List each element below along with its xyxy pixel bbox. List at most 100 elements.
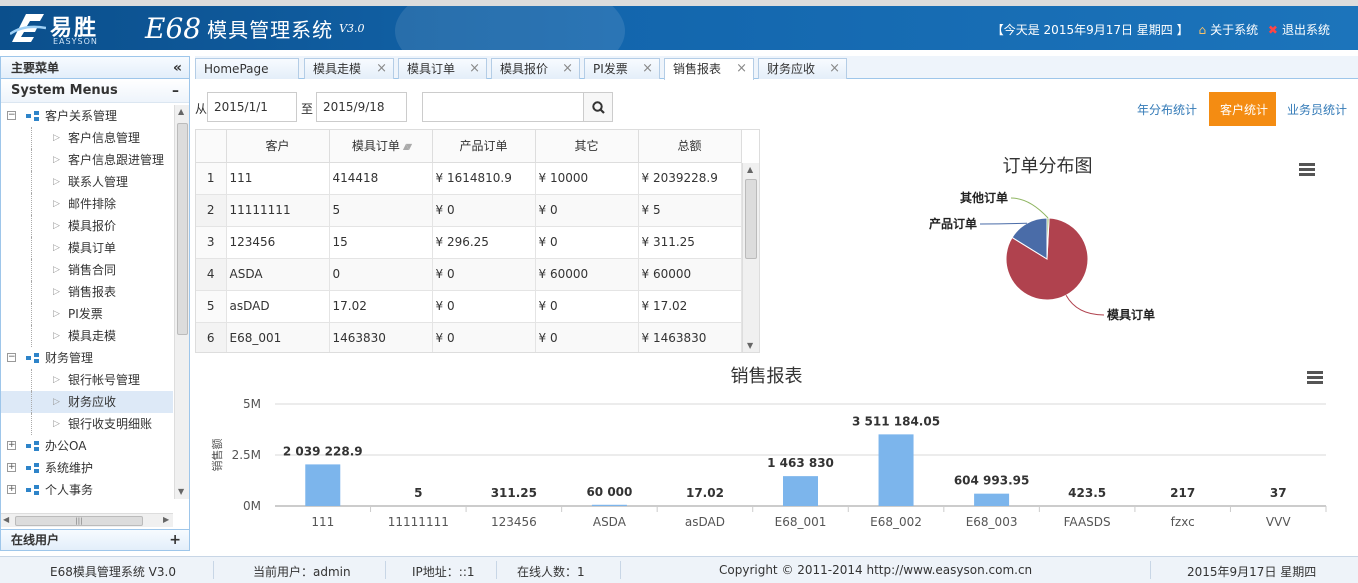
scroll-down-icon[interactable]: ▼ [178,487,184,496]
scroll-left-icon[interactable]: ◀ [3,515,9,524]
view-button[interactable]: 业务员统计 [1276,92,1358,126]
bar-data-label: 1 463 830 [767,456,834,470]
bar[interactable] [783,476,818,506]
expand-icon[interactable]: + [7,485,16,494]
menu-group[interactable]: − 财务管理 [1,347,173,369]
column-header[interactable]: 客户 [226,130,330,163]
column-header[interactable]: 模具订单 ▲▼ [329,130,433,163]
tab-close-icon[interactable]: × [562,59,573,79]
tab[interactable]: 销售报表 × [664,58,754,80]
table-row[interactable]: 2 11111111 5 ¥ 0 ¥ 0 ¥ 5 [196,194,742,227]
caret-right-icon: ▷ [53,419,60,429]
tab-close-icon[interactable]: × [469,59,480,79]
tab-close-icon[interactable]: × [736,59,747,79]
pie-chart-menu-icon[interactable] [1299,163,1315,176]
row-number: 1 [196,162,227,195]
tab-close-icon[interactable]: × [642,59,653,79]
scroll-down-icon[interactable]: ▼ [747,341,753,350]
menu-item[interactable]: ▷ 客户信息跟进管理 [1,149,173,171]
end-date-input[interactable]: 2015/9/18 [316,92,407,122]
collapse-icon[interactable]: − [7,111,16,120]
menu-item[interactable]: ▷ 客户信息管理 [1,127,173,149]
table-cell: 414418 [329,162,433,195]
hscroll-thumb[interactable]: ||| [15,516,143,526]
app-header: 易胜 EASYSON E68 模具管理系统 V3.0 【今天是 2015年9月17日… [0,6,1358,50]
scroll-right-icon[interactable]: ▶ [163,515,169,524]
tab-close-icon[interactable]: × [376,59,387,79]
tab[interactable]: 模具走模 × [304,58,394,79]
grid-scrollbar[interactable]: ▲ ▼ [742,163,759,352]
menu-item[interactable]: ▷ 财务应收 [1,391,173,413]
menu-item-label: 模具订单 [68,241,117,255]
about-link[interactable]: 关于系统 [1210,23,1258,37]
system-menus-header[interactable]: System Menus – [1,79,189,103]
scroll-thumb[interactable] [177,123,188,335]
sort-icon[interactable]: ▲▼ [403,142,412,151]
menu-item[interactable]: ▷ 销售合同 [1,259,173,281]
table-row[interactable]: 1 111 414418 ¥ 1614810.9 ¥ 10000 ¥ 2039228.9 [196,162,742,195]
bar[interactable] [591,504,627,506]
menu-group[interactable]: − 客户关系管理 [1,105,173,127]
company-logo: 易胜 EASYSON [10,10,110,48]
tab[interactable]: 模具订单 × [398,58,487,79]
sidebar-horizontal-scrollbar[interactable]: ◀ ||| ▶ [1,513,173,527]
menu-item[interactable]: ▷ 销售报表 [1,281,173,303]
sidebar-vertical-scrollbar[interactable]: ▲ ▼ [174,105,189,499]
table-row[interactable]: 4 ASDA 0 ¥ 0 ¥ 60000 ¥ 60000 [196,258,742,291]
expand-icon[interactable]: + [169,530,181,551]
view-button[interactable]: 客户统计 [1209,92,1280,126]
home-icon[interactable]: ⌂ [1198,23,1206,37]
table-row[interactable]: 6 E68_001 1463830 ¥ 0 ¥ 0 ¥ 1463830 [196,322,742,352]
menu-item[interactable]: ▷ PI发票 [1,303,173,325]
tab[interactable]: HomePage [195,58,299,79]
bar[interactable] [974,493,1010,506]
table-cell: 1463830 [329,322,433,352]
collapse-icon[interactable]: − [7,353,16,362]
close-icon[interactable]: ✖ [1268,23,1278,37]
expand-icon[interactable]: + [7,463,16,472]
menu-item[interactable]: ▷ 邮件排除 [1,193,173,215]
menu-item[interactable]: ▷ 银行收支明细账 [1,413,173,435]
column-header[interactable]: 产品订单 [432,130,536,163]
tab[interactable]: PI发票 × [584,58,660,79]
scroll-up-icon[interactable]: ▲ [178,107,184,116]
tab-close-icon[interactable]: × [829,59,840,79]
menu-group[interactable]: + 办公OA [1,435,173,457]
search-input[interactable] [422,92,584,122]
menu-item[interactable]: ▷ 联系人管理 [1,171,173,193]
table-row[interactable]: 5 asDAD 17.02 ¥ 0 ¥ 0 ¥ 17.02 [196,290,742,323]
online-users-panel[interactable]: 在线用户 + [1,529,189,550]
menu-item-label: 客户信息跟进管理 [68,153,165,167]
tab[interactable]: 模具报价 × [491,58,580,79]
collapse-sidebar-icon[interactable]: « [173,57,182,79]
grid-scroll-thumb[interactable] [745,179,757,259]
search-button[interactable] [584,92,613,122]
bar-chart-menu-icon[interactable] [1307,371,1323,384]
view-button[interactable]: 年分布统计 [1126,92,1209,126]
row-number: 4 [196,258,227,291]
bar[interactable] [878,434,914,506]
column-header[interactable]: 其它 [535,130,639,163]
bar[interactable] [305,464,341,506]
menu-group[interactable]: + 系统维护 [1,457,173,479]
column-header[interactable]: 总额 [638,130,742,163]
table-row[interactable]: 3 123456 15 ¥ 296.25 ¥ 0 ¥ 311.25 [196,226,742,259]
expand-icon[interactable]: + [7,441,16,450]
menu-item[interactable]: ▷ 银行帐号管理 [1,369,173,391]
system-version: V3.0 [339,22,365,35]
x-tick-label: E68_002 [870,515,922,529]
caret-right-icon: ▷ [53,221,60,231]
collapse-menu-icon[interactable]: – [172,79,179,103]
tab[interactable]: 财务应收 × [758,58,847,79]
menu-item[interactable]: ▷ 模具走模 [1,325,173,347]
bar-data-label: 3 511 184.05 [852,414,940,428]
menu-item[interactable]: ▷ 模具报价 [1,215,173,237]
menu-item[interactable]: ▷ 模具订单 [1,237,173,259]
start-date-input[interactable]: 2015/1/1 [207,92,297,122]
pie-chart: 模具订单 产品订单 其他订单 [929,190,1155,322]
logout-link[interactable]: 退出系统 [1282,23,1330,37]
scroll-up-icon[interactable]: ▲ [747,165,753,174]
y-tick-label: 0M [243,499,261,513]
menu-group[interactable]: + 个人事务 [1,479,173,499]
bar-data-label: 217 [1170,486,1195,500]
